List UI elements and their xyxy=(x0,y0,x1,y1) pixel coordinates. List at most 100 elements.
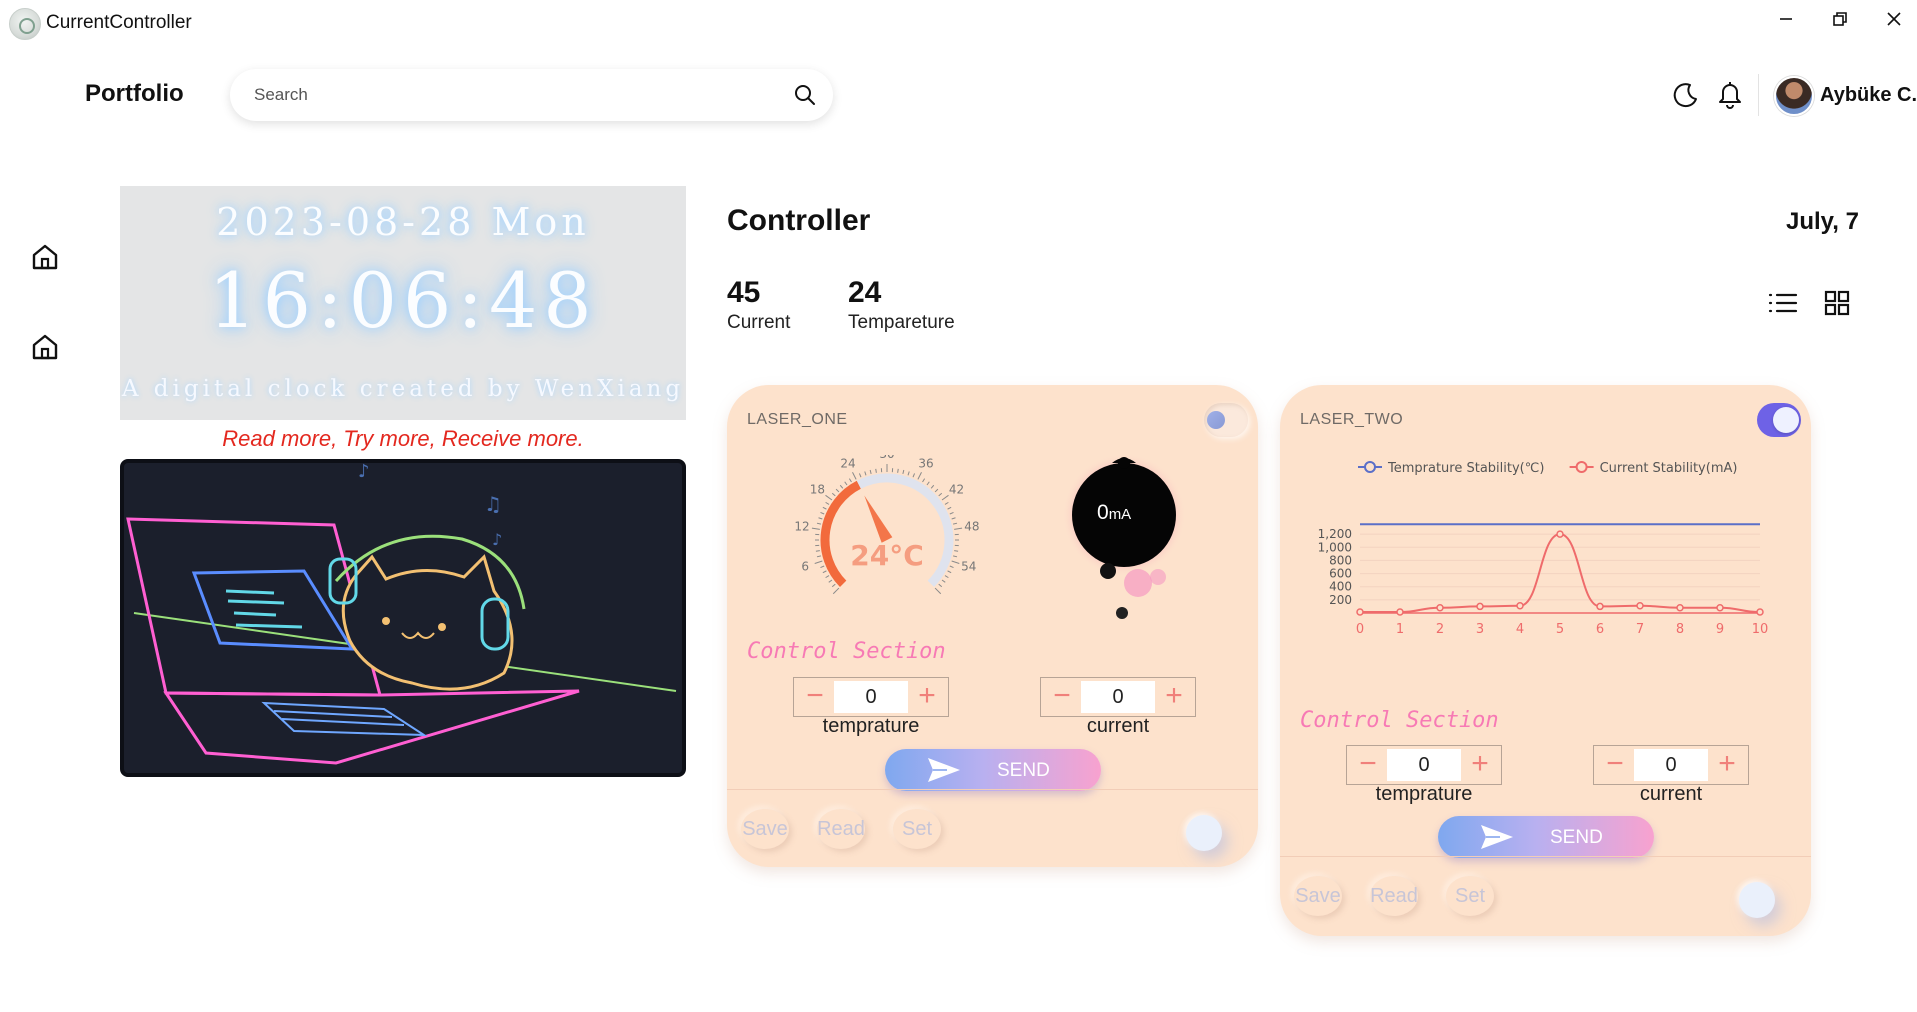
decrement-button[interactable]: − xyxy=(1353,749,1383,780)
gauge-tick-label: 12 xyxy=(794,520,809,534)
increment-button[interactable]: + xyxy=(1712,749,1742,780)
action-knob[interactable] xyxy=(1739,882,1775,918)
x-tick-label: 8 xyxy=(1676,622,1684,637)
increment-button[interactable]: + xyxy=(1159,681,1189,712)
gauge-tick xyxy=(944,501,949,505)
svg-text:♫: ♫ xyxy=(484,492,502,516)
current-ball-unit: mA xyxy=(1108,506,1132,523)
gauge-tick xyxy=(949,565,954,569)
search-input[interactable] xyxy=(254,83,754,107)
brand-title: Portfolio xyxy=(85,80,184,107)
gauge-tick xyxy=(835,488,840,493)
increment-button[interactable]: + xyxy=(1465,749,1495,780)
y-tick-label: 1,000 xyxy=(1318,540,1352,554)
restore-button[interactable] xyxy=(1820,4,1860,34)
gauge-tick xyxy=(949,511,954,515)
decrement-button[interactable]: − xyxy=(800,681,830,712)
gauge-tick xyxy=(858,473,862,478)
header-divider xyxy=(1758,74,1759,116)
bell-icon[interactable] xyxy=(1716,79,1744,109)
send-button[interactable]: SEND xyxy=(885,749,1101,791)
card-name: LASER_ONE xyxy=(747,411,848,428)
action-knob[interactable] xyxy=(1186,815,1222,851)
gauge-tick xyxy=(902,469,905,474)
x-tick-label: 4 xyxy=(1516,622,1524,637)
gauge-tick xyxy=(839,484,844,489)
x-tick-label: 2 xyxy=(1436,622,1444,637)
minimize-button[interactable] xyxy=(1766,4,1806,34)
gauge-tick xyxy=(852,472,857,480)
close-button[interactable] xyxy=(1874,4,1914,34)
gauge-tick xyxy=(938,583,943,588)
set-button[interactable]: Set xyxy=(893,809,941,849)
gauge-tick xyxy=(825,575,830,579)
window-title: CurrentController xyxy=(46,12,192,33)
digital-clock: 2023-08-28 Mon 16:06:48 A digital clock … xyxy=(120,186,686,420)
search-icon[interactable] xyxy=(793,83,817,107)
data-point xyxy=(1716,603,1724,612)
gauge-tick-label: 6 xyxy=(801,560,809,574)
send-label: SEND xyxy=(997,760,1050,781)
gauge-tick xyxy=(951,517,956,520)
gauge-tick xyxy=(816,555,821,558)
stat-current-value: 45 xyxy=(727,276,761,309)
x-tick-label: 1 xyxy=(1396,622,1404,637)
send-button[interactable]: SEND xyxy=(1438,816,1654,858)
minimize-icon xyxy=(1780,18,1792,20)
sidebar-home-icon[interactable] xyxy=(30,242,60,272)
read-button[interactable]: Read xyxy=(817,809,865,849)
current-input[interactable]: 0 xyxy=(1081,681,1155,713)
stability-chart: Temprature Stability(℃) Current Stability… xyxy=(1318,461,1769,637)
y-tick-label: 600 xyxy=(1329,567,1352,581)
legend-label: Temprature Stability(℃) xyxy=(1387,461,1544,476)
decrement-button[interactable]: − xyxy=(1047,681,1077,712)
gauge-tick xyxy=(822,570,827,574)
gauge-tick xyxy=(816,522,821,525)
sidebar-home-icon-2[interactable] xyxy=(30,332,60,362)
search-bar xyxy=(230,69,833,121)
gauge-tick xyxy=(934,488,939,493)
gauge-tick xyxy=(828,579,833,583)
gauge-tick xyxy=(944,575,949,579)
tagline: Read more, Try more, Receive more. xyxy=(222,426,584,451)
x-tick-label: 5 xyxy=(1556,622,1564,637)
gauge-tick-label: 36 xyxy=(918,456,933,470)
current-input[interactable]: 0 xyxy=(1634,749,1708,781)
data-point xyxy=(1476,602,1484,611)
gauge-tick xyxy=(954,550,959,552)
data-point xyxy=(1756,608,1764,616)
avatar[interactable] xyxy=(1774,76,1814,116)
app-logo-icon xyxy=(9,8,41,40)
laser-one-toggle[interactable] xyxy=(1204,403,1248,437)
stat-temperature-label: Tempareture xyxy=(848,312,955,333)
read-button[interactable]: Read xyxy=(1370,876,1418,916)
x-tick-label: 7 xyxy=(1636,622,1644,637)
laser-two-card: LASER_TWO Temprature Stability(℃) Current… xyxy=(1280,385,1811,936)
gauge-tick xyxy=(941,579,946,583)
temperature-input[interactable]: 0 xyxy=(834,681,908,713)
set-button[interactable]: Set xyxy=(1446,876,1494,916)
x-tick-label: 10 xyxy=(1752,622,1769,637)
clock-credit: A digital clock created by WenXiang xyxy=(121,376,685,402)
controller-title: Controller xyxy=(727,204,871,237)
save-button[interactable]: Save xyxy=(1294,876,1342,916)
save-button[interactable]: Save xyxy=(741,809,789,849)
user-name[interactable]: Aybüke C. xyxy=(1820,84,1917,107)
decrement-button[interactable]: − xyxy=(1600,749,1630,780)
temperature-gauge: 0 6 12 18 24 30 36 42 48 54 60 24°C xyxy=(794,455,979,595)
data-point xyxy=(1436,603,1444,612)
grid-view-icon[interactable] xyxy=(1824,290,1850,316)
toggle-knob xyxy=(1773,407,1799,433)
clock-date: 2023-08-28 Mon xyxy=(216,200,590,244)
svg-text:♪: ♪ xyxy=(358,463,370,482)
gauge-tick xyxy=(954,527,963,530)
send-icon xyxy=(1481,825,1513,849)
increment-button[interactable]: + xyxy=(912,681,942,712)
toggle-knob xyxy=(1207,411,1225,429)
list-view-icon[interactable] xyxy=(1768,290,1798,316)
moon-icon[interactable] xyxy=(1672,81,1700,109)
temperature-input[interactable]: 0 xyxy=(1387,749,1461,781)
card-divider xyxy=(727,789,1258,790)
laser-two-toggle[interactable] xyxy=(1757,403,1801,437)
gauge-tick xyxy=(953,522,958,525)
